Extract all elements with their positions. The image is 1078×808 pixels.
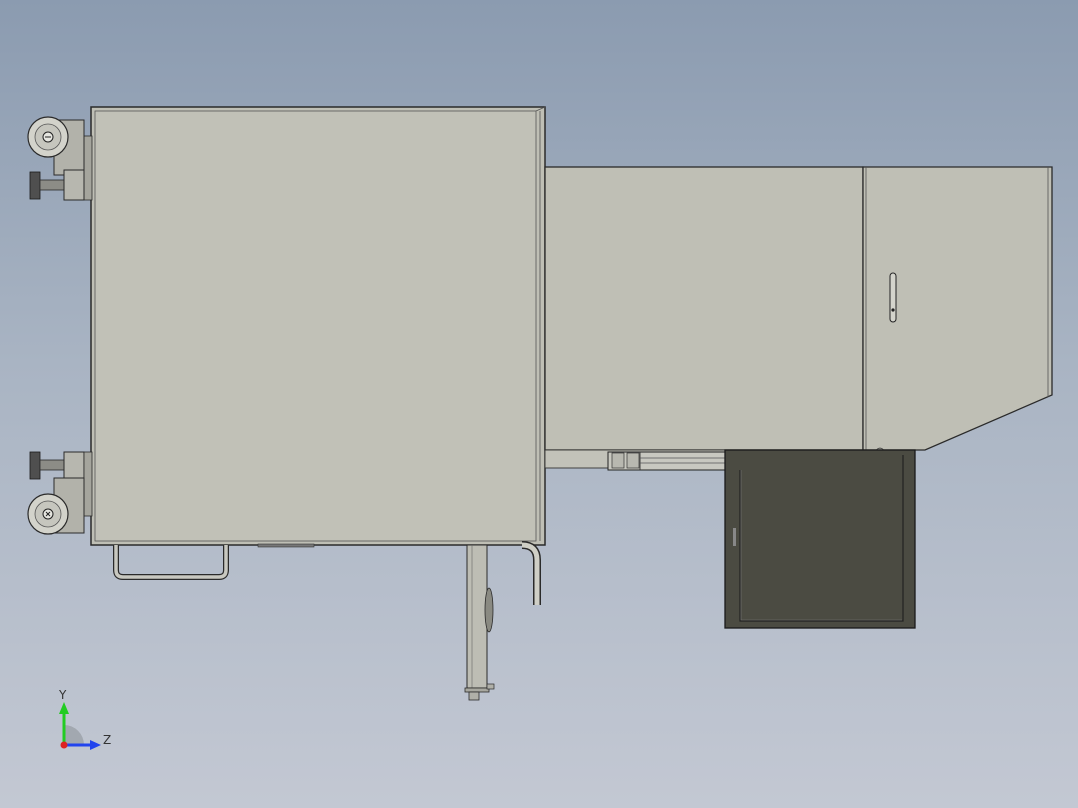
main-cabinet <box>90 106 546 548</box>
y-axis-arrow-head <box>59 702 69 714</box>
triad-quadrant <box>64 725 84 745</box>
right-housing <box>544 166 1053 451</box>
x-axis-dot <box>60 741 68 749</box>
curved-pipe <box>521 541 541 605</box>
support-leg <box>464 544 495 701</box>
cad-model-viewport[interactable]: Y Z <box>0 0 1078 808</box>
view-triad[interactable]: Y Z <box>58 688 111 750</box>
y-axis-label: Y <box>58 688 67 702</box>
z-axis-label: Z <box>103 733 111 747</box>
z-axis-arrow-head <box>90 740 101 750</box>
door-handle <box>889 272 897 323</box>
handle-bar <box>113 545 229 580</box>
dark-control-panel <box>724 449 916 629</box>
